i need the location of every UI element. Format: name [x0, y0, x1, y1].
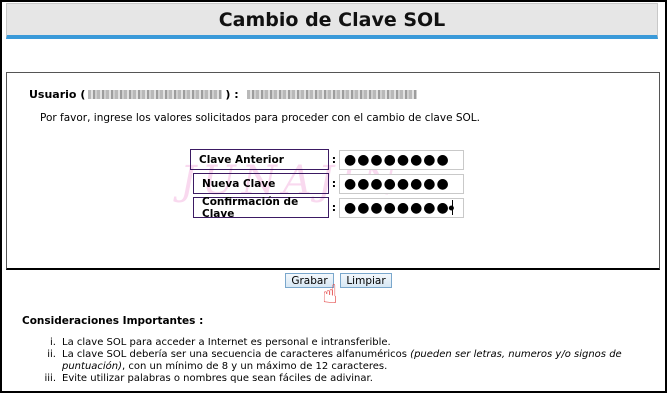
list-item: iii. Evite utilizar palabras o nombres q…: [24, 373, 644, 385]
considerations-title: Consideraciones Importantes :: [22, 315, 204, 327]
field-colon: :: [331, 153, 337, 166]
page-title: Cambio de Clave SOL: [218, 8, 446, 31]
considerations-list: i. La clave SOL para acceder a Internet …: [24, 337, 644, 385]
clear-button[interactable]: Limpiar: [340, 273, 392, 288]
instruction-text: Por favor, ingrese los valores solicitad…: [40, 112, 480, 124]
user-label: Usuario (: [29, 88, 86, 101]
redacted-user-id: [88, 90, 223, 99]
list-text-part: , con un mínimo de 8 y un máximo de 12 c…: [122, 361, 388, 372]
list-number: i.: [50, 337, 56, 348]
list-item: ii. La clave SOL debería ser una secuenc…: [24, 349, 644, 373]
new-password-value: ●●●●●●●●: [344, 175, 450, 192]
field-colon: :: [331, 177, 337, 190]
title-bar: Cambio de Clave SOL: [6, 3, 658, 39]
field-label-old-password: Clave Anterior: [190, 149, 329, 170]
list-text: Evite utilizar palabras o nombres que se…: [62, 373, 373, 384]
list-text-part: La clave SOL debería ser una secuencia d…: [62, 349, 411, 360]
field-colon: :: [331, 201, 337, 214]
confirm-password-input[interactable]: ●●●●●●●● ⚫: [339, 197, 464, 218]
new-password-input[interactable]: ●●●●●●●●: [339, 173, 464, 194]
pointing-hand-icon: ☝: [322, 280, 338, 310]
field-row-old-password: Clave Anterior : ●●●●●●●●: [190, 149, 464, 170]
field-row-confirm-password: Confirmación de Clave : ●●●●●●●● ⚫: [193, 196, 464, 220]
field-label-confirm-password: Confirmación de Clave: [193, 196, 329, 220]
field-row-new-password: Nueva Clave : ●●●●●●●●: [193, 173, 464, 194]
user-separator: ) :: [225, 88, 239, 101]
list-number: iii.: [44, 373, 56, 384]
list-text: La clave SOL debería ser una secuencia d…: [62, 349, 644, 373]
redacted-user-name: [246, 90, 417, 99]
list-text: La clave SOL para acceder a Internet es …: [62, 337, 391, 348]
list-number: ii.: [47, 349, 56, 360]
user-line: Usuario ( ) :: [29, 88, 420, 101]
old-password-value: ●●●●●●●●: [344, 151, 450, 168]
list-item: i. La clave SOL para acceder a Internet …: [24, 337, 644, 349]
eye-icon[interactable]: ⚫: [447, 202, 457, 215]
confirm-password-value: ●●●●●●●●: [344, 199, 450, 216]
old-password-input[interactable]: ●●●●●●●●: [339, 149, 464, 170]
field-label-new-password: Nueva Clave: [193, 173, 329, 194]
